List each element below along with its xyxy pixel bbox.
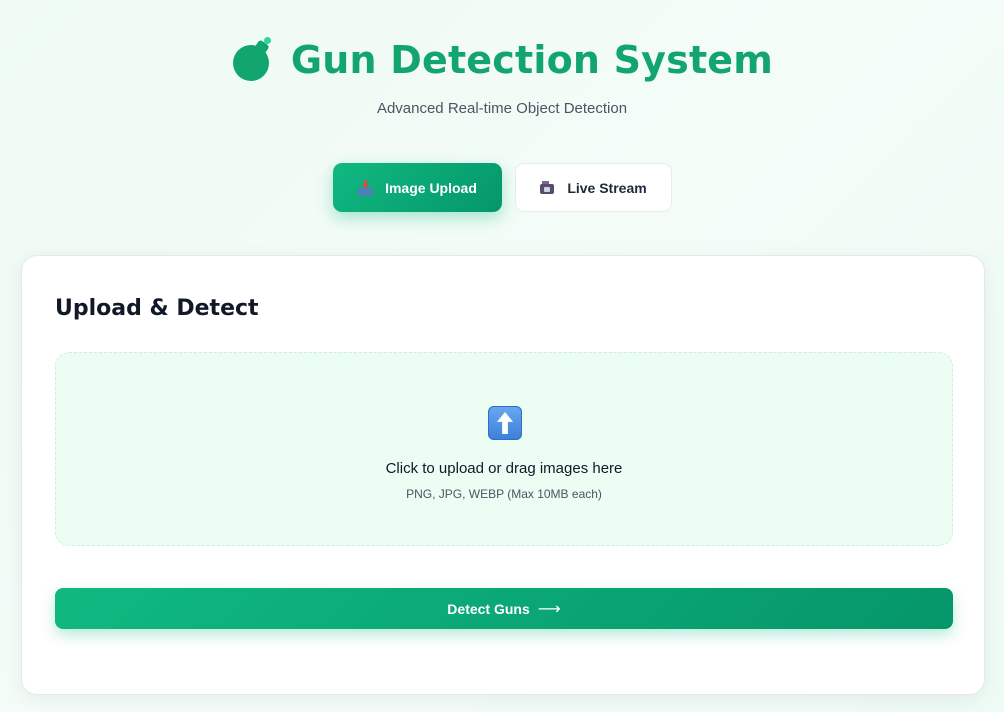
page-title: Gun Detection System [290, 38, 774, 82]
card-heading: Upload & Detect [55, 296, 259, 321]
tab-image-upload-label: Image Upload [385, 179, 477, 196]
bomb-icon [231, 37, 273, 81]
tab-live-stream[interactable]: Live Stream [514, 163, 672, 212]
title-row: Gun Detection System [0, 36, 1004, 84]
detect-guns-button[interactable]: Detect Guns ⟶ [55, 588, 953, 629]
tab-image-upload[interactable]: Image Upload [332, 163, 502, 212]
arrow-right-icon: ⟶ [537, 600, 561, 618]
dropzone-instruction: Click to upload or drag images here [385, 460, 623, 477]
inbox-tray-icon [357, 179, 375, 196]
dropzone-formats: PNG, JPG, WEBP (Max 10MB each) [406, 487, 602, 501]
tab-live-stream-label: Live Stream [567, 179, 647, 196]
page-subtitle: Advanced Real-time Object Detection [376, 100, 628, 117]
upload-arrow-icon [488, 406, 522, 440]
page-header: Gun Detection System Advanced Real-time … [0, 36, 1004, 117]
upload-card: Upload & Detect Click to upload or drag … [21, 255, 985, 695]
video-camera-icon [539, 180, 557, 196]
detect-guns-label: Detect Guns [447, 600, 530, 617]
upload-dropzone[interactable]: Click to upload or drag images here PNG,… [55, 352, 953, 546]
mode-tabs: Image Upload Live Stream [0, 163, 1004, 212]
